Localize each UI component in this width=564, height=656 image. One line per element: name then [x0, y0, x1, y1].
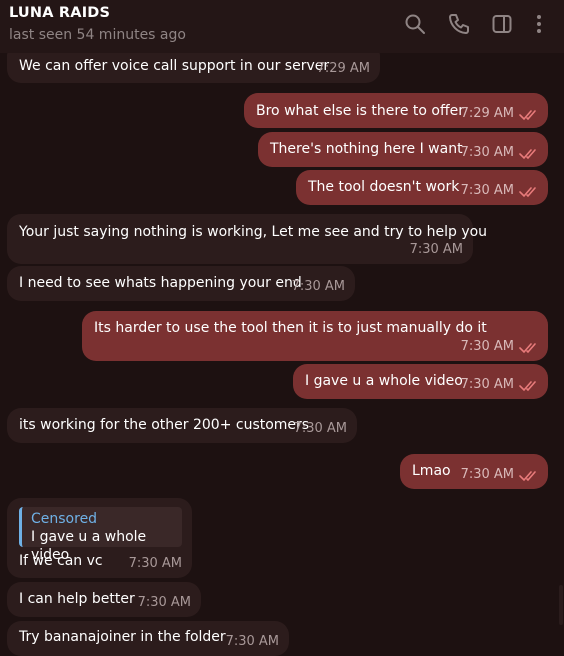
- message-time: 7:30 AM: [128, 556, 182, 571]
- message-time: 7:30 AM: [460, 377, 514, 392]
- double-check-icon: [519, 380, 541, 392]
- message-time: 7:30 AM: [293, 421, 347, 436]
- message-time: 7:30 AM: [460, 145, 514, 160]
- message-time: 7:30 AM: [225, 634, 279, 649]
- message-text: I can help better: [19, 591, 135, 607]
- search-icon[interactable]: [403, 12, 427, 36]
- more-vertical-icon[interactable]: [527, 12, 551, 36]
- sidebar-toggle-icon[interactable]: [490, 12, 514, 36]
- message-incoming[interactable]: its working for the other 200+ customers…: [7, 408, 357, 443]
- scrollbar[interactable]: [559, 585, 563, 625]
- message-outgoing[interactable]: There's nothing here I want 7:30 AM: [258, 132, 548, 167]
- message-text: Lmao: [412, 463, 451, 479]
- message-text: Try bananajoiner in the folder: [19, 629, 226, 645]
- message-time: 7:30 AM: [137, 595, 191, 610]
- double-check-icon: [519, 470, 541, 482]
- message-text: I gave u a whole video: [305, 373, 463, 389]
- reply-author: Censored: [31, 511, 98, 527]
- message-time: 7:29 AM: [316, 61, 370, 76]
- message-outgoing[interactable]: Its harder to use the tool then it is to…: [82, 311, 548, 361]
- message-incoming[interactable]: Try bananajoiner in the folder 7:30 AM: [7, 621, 289, 656]
- message-time: 7:30 AM: [460, 183, 514, 198]
- message-outgoing[interactable]: I gave u a whole video 7:30 AM: [293, 364, 548, 399]
- message-time: 7:30 AM: [460, 467, 514, 482]
- message-text: If we can vc: [19, 553, 103, 569]
- message-text: Its harder to use the tool then it is to…: [94, 320, 487, 336]
- chat-title[interactable]: LUNA RAIDS: [9, 5, 110, 21]
- double-check-icon: [519, 109, 541, 121]
- message-incoming[interactable]: We can offer voice call support in our s…: [7, 51, 380, 83]
- message-outgoing[interactable]: Bro what else is there to offer 7:29 AM: [244, 93, 548, 128]
- double-check-icon: [519, 186, 541, 198]
- chat-header: LUNA RAIDS last seen 54 minutes ago: [0, 0, 564, 53]
- reply-quote[interactable]: Censored I gave u a whole video: [19, 507, 182, 563]
- message-text: The tool doesn't work: [308, 179, 460, 195]
- message-incoming[interactable]: I can help better 7:30 AM: [7, 582, 201, 617]
- double-check-icon: [519, 148, 541, 160]
- message-text: We can offer voice call support in our s…: [19, 58, 330, 74]
- double-check-icon: [519, 342, 541, 354]
- message-outgoing[interactable]: Lmao 7:30 AM: [400, 454, 548, 489]
- message-time: 7:30 AM: [409, 242, 463, 257]
- message-incoming-reply[interactable]: Censored I gave u a whole video If we ca…: [7, 498, 192, 578]
- phone-icon[interactable]: [447, 12, 471, 36]
- message-text: Bro what else is there to offer: [256, 103, 464, 119]
- message-outgoing[interactable]: The tool doesn't work 7:30 AM: [296, 170, 548, 205]
- message-time: 7:30 AM: [291, 279, 345, 294]
- message-time: 7:29 AM: [460, 106, 514, 121]
- message-text: its working for the other 200+ customers: [19, 417, 310, 433]
- message-text: Your just saying nothing is working, Let…: [19, 224, 488, 240]
- message-time: 7:30 AM: [460, 339, 514, 354]
- message-incoming[interactable]: I need to see whats happening your end 7…: [7, 266, 355, 301]
- last-seen-status: last seen 54 minutes ago: [9, 27, 186, 43]
- message-incoming[interactable]: Your just saying nothing is working, Let…: [7, 214, 487, 264]
- message-text: I need to see whats happening your end: [19, 275, 302, 291]
- message-text: There's nothing here I want: [270, 141, 463, 157]
